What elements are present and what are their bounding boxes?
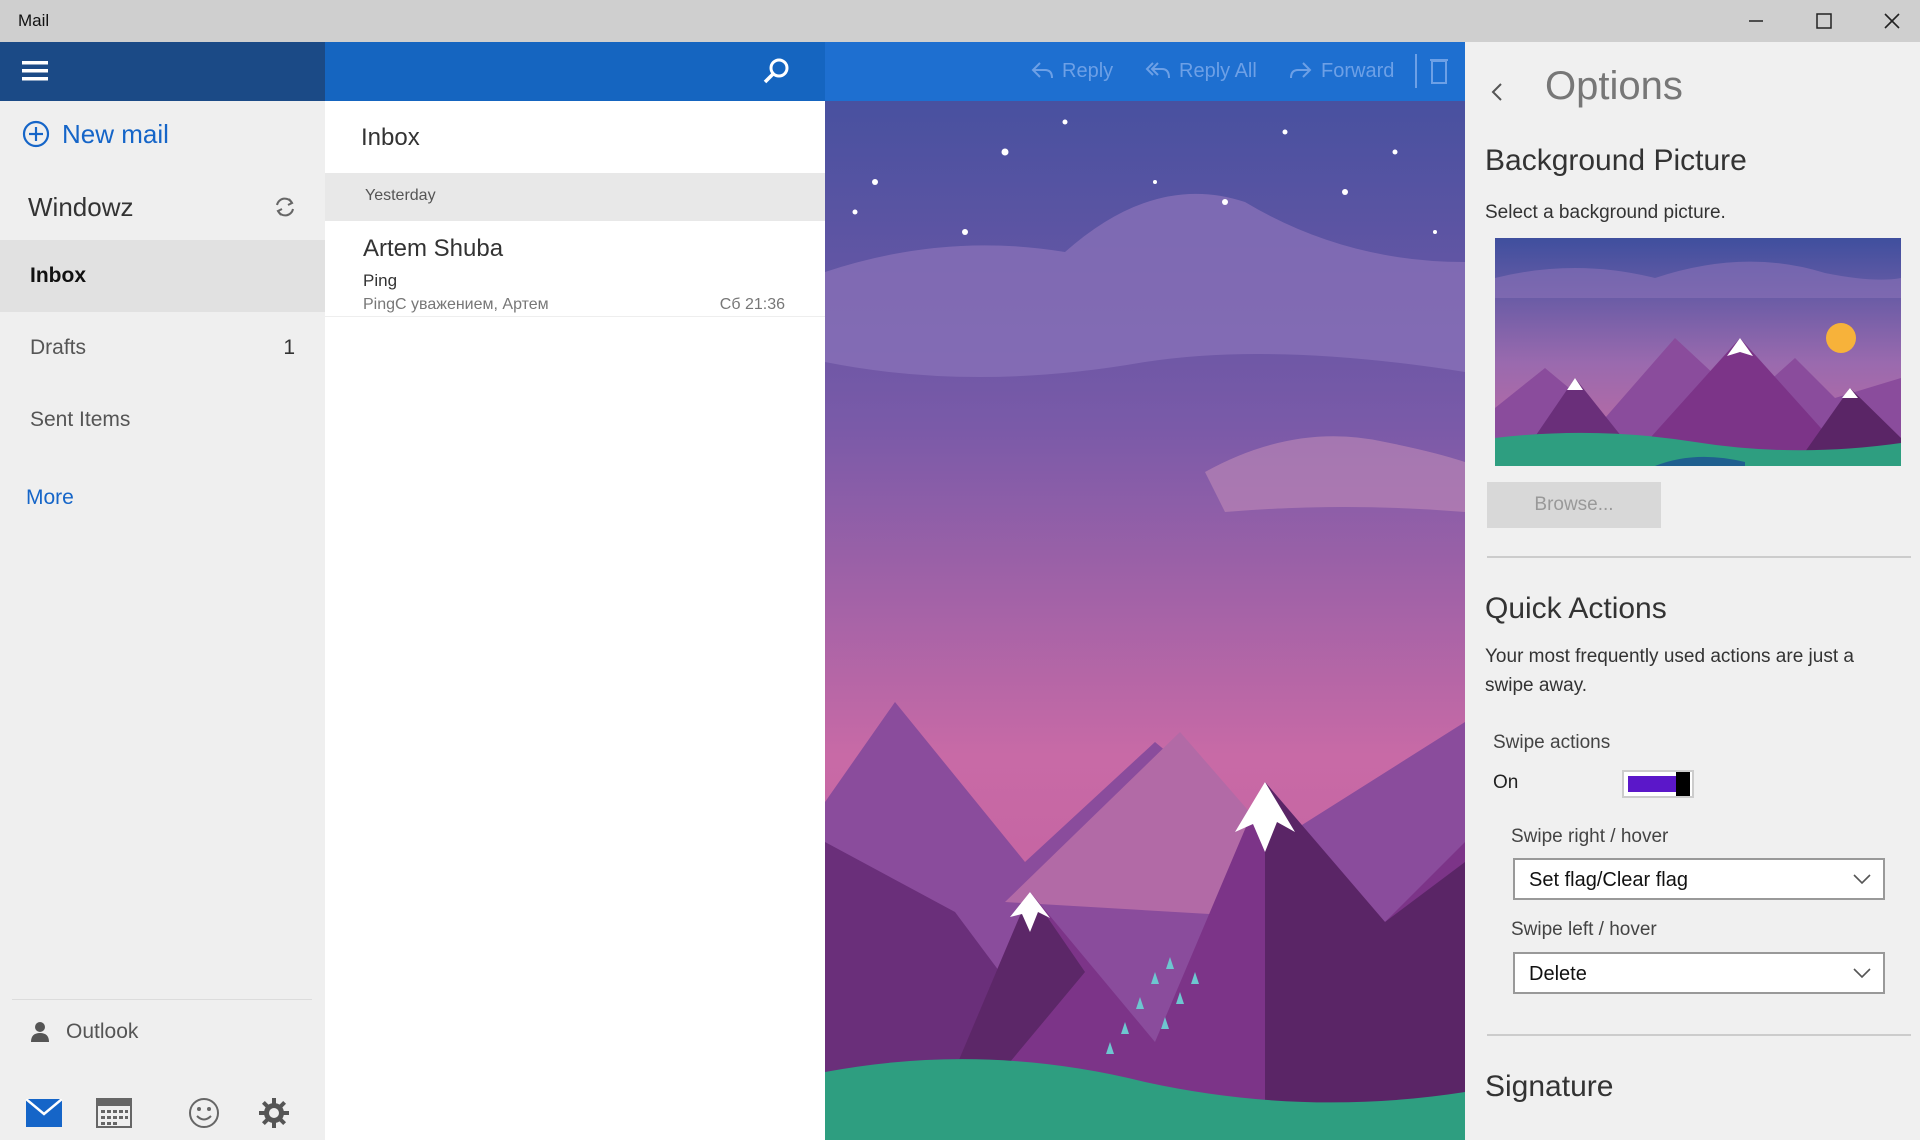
hamburger-menu-icon[interactable] <box>22 58 52 84</box>
reply-all-label: Reply All <box>1179 59 1257 82</box>
reading-pane: Reply Reply All Forward <box>825 42 1465 1140</box>
back-arrow-icon[interactable] <box>1489 80 1505 109</box>
forward-button[interactable]: Forward <box>1289 57 1394 85</box>
swipe-right-value: Set flag/Clear flag <box>1529 869 1688 891</box>
swipe-left-label: Swipe left / hover <box>1511 919 1657 940</box>
folder-inbox[interactable]: Inbox <box>0 240 325 312</box>
browse-button[interactable]: Browse... <box>1487 482 1661 528</box>
feedback-smiley-icon[interactable] <box>182 1091 226 1135</box>
person-icon <box>31 1022 49 1042</box>
nav-header <box>0 42 325 101</box>
swipe-actions-state: On <box>1493 772 1519 793</box>
folder-label: Inbox <box>30 264 86 287</box>
folder-sent-items[interactable]: Sent Items <box>0 384 325 456</box>
message-item[interactable]: Artem Shuba Ping PingС уважением, Артем … <box>325 221 825 317</box>
section-divider <box>1487 556 1911 558</box>
background-picture-thumbnail[interactable] <box>1495 238 1901 466</box>
background-landscape-image <box>825 42 1465 1140</box>
settings-gear-icon[interactable] <box>252 1091 296 1135</box>
account-switcher[interactable]: Outlook <box>30 1020 138 1044</box>
background-picture-description: Select a background picture. <box>1485 202 1726 223</box>
reply-all-icon <box>1145 62 1170 79</box>
folder-label: Sent Items <box>30 408 131 431</box>
folder-title: Inbox <box>361 124 420 151</box>
swipe-right-dropdown[interactable]: Set flag/Clear flag <box>1513 858 1885 900</box>
forward-icon <box>1290 62 1312 79</box>
folder-drafts[interactable]: Drafts 1 <box>0 312 325 384</box>
more-folders-link[interactable]: More <box>26 486 74 510</box>
new-mail-button[interactable]: New mail <box>22 114 169 154</box>
message-subject: Ping <box>363 271 398 290</box>
swipe-left-dropdown[interactable]: Delete <box>1513 952 1885 994</box>
options-title: Options <box>1545 64 1683 108</box>
search-icon[interactable] <box>762 56 792 91</box>
maximize-icon[interactable] <box>1790 0 1858 42</box>
options-panel: Options Background Picture Select a back… <box>1465 42 1920 1140</box>
message-time: Сб 21:36 <box>719 296 785 313</box>
swipe-actions-label: Swipe actions <box>1493 732 1611 753</box>
calendar-icon[interactable] <box>92 1091 136 1135</box>
quick-actions-description: Your most frequently used actions are ju… <box>1485 646 1854 696</box>
command-separator <box>1415 54 1417 88</box>
reply-button[interactable]: Reply <box>1030 57 1113 85</box>
delete-icon[interactable] <box>1429 56 1449 91</box>
background-picture-heading: Background Picture <box>1485 144 1747 177</box>
new-mail-label: New mail <box>62 118 169 149</box>
section-divider <box>1487 1034 1911 1036</box>
folder-label: Drafts <box>30 336 87 359</box>
sync-icon[interactable] <box>272 194 298 225</box>
chevron-down-icon <box>1853 968 1871 979</box>
toggle-knob <box>1676 772 1690 796</box>
reply-all-button[interactable]: Reply All <box>1145 57 1257 85</box>
swipe-actions-toggle[interactable] <box>1622 770 1694 798</box>
swipe-right-label: Swipe right / hover <box>1511 826 1669 847</box>
message-sender: Artem Shuba <box>363 235 504 262</box>
minimize-icon[interactable] <box>1722 0 1790 42</box>
quick-actions-heading: Quick Actions <box>1485 592 1667 625</box>
signature-heading: Signature <box>1485 1070 1614 1103</box>
folder-count: 1 <box>283 336 295 359</box>
date-group-header: Yesterday <box>325 173 825 221</box>
chevron-down-icon <box>1853 874 1871 885</box>
toggle-track-fill <box>1628 776 1676 792</box>
account-label: Outlook <box>66 1020 139 1043</box>
account-name[interactable]: Windowz <box>28 192 133 223</box>
close-icon[interactable] <box>1858 0 1920 42</box>
mail-icon[interactable] <box>22 1091 66 1135</box>
forward-label: Forward <box>1321 59 1395 82</box>
reply-label: Reply <box>1062 59 1114 82</box>
reply-icon <box>1031 62 1053 79</box>
navigation-pane: New mail Windowz Inbox Drafts 1 Sent Ite… <box>0 42 325 1140</box>
window-title: Mail <box>18 11 50 30</box>
title-bar: Mail <box>0 0 1920 42</box>
message-list-pane: Inbox Yesterday Artem Shuba Ping PingС у… <box>325 42 825 1140</box>
list-header <box>325 42 825 101</box>
nav-divider <box>12 999 312 1000</box>
message-preview: PingС уважением, Артем <box>363 296 549 313</box>
command-bar: Reply Reply All Forward <box>825 42 1465 101</box>
plus-circle-icon <box>22 120 50 148</box>
date-group-label: Yesterday <box>365 187 436 204</box>
swipe-left-value: Delete <box>1529 963 1587 985</box>
